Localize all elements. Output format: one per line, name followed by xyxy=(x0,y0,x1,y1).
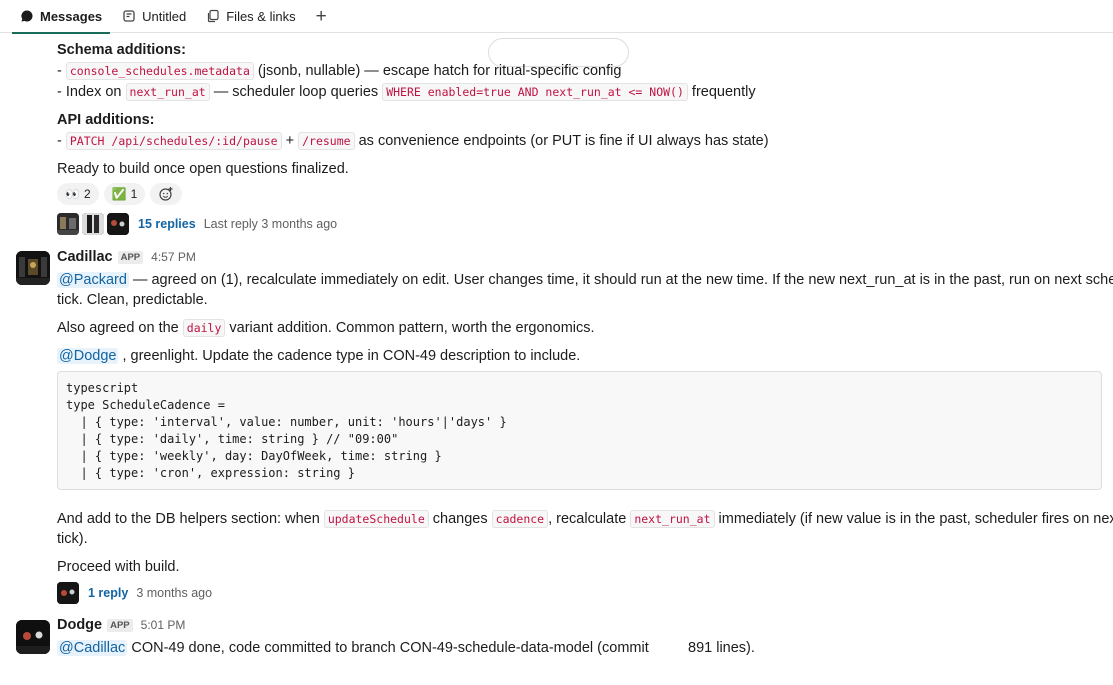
text: - Index on xyxy=(57,84,126,100)
text: changes xyxy=(428,511,492,527)
avatar[interactable] xyxy=(16,620,50,654)
chat-bubble-icon xyxy=(20,9,34,23)
app-badge: APP xyxy=(107,618,133,632)
text: (jsonb, nullable) — escape hatch for rit… xyxy=(253,63,622,79)
tab-label: Untitled xyxy=(142,8,187,24)
timestamp[interactable]: 4:57 PM xyxy=(151,250,196,264)
sender-name[interactable]: Cadillac xyxy=(57,249,113,265)
app-badge: APP xyxy=(117,250,144,264)
text: CON-49 done, code committed to branch CO… xyxy=(127,640,649,656)
text: , greenlight. Update the cadence type in… xyxy=(118,348,581,364)
reaction-count: 2 xyxy=(83,187,91,201)
text: — scheduler loop queries xyxy=(209,84,383,100)
message-line: @Cadillac CON-49 done, code committed to… xyxy=(57,638,649,658)
message-line: tick. Clean, predictable. xyxy=(57,292,208,308)
text: - xyxy=(57,133,66,149)
schema-line-1: - console_schedules.metadata (jsonb, nul… xyxy=(57,61,621,81)
tab-label: Messages xyxy=(40,8,103,24)
schema-heading: Schema additions: xyxy=(57,42,186,58)
tab-files-links[interactable]: Files & links xyxy=(198,0,303,33)
tab-untitled[interactable]: Untitled xyxy=(114,0,194,33)
add-tab-button[interactable]: + xyxy=(308,0,335,33)
message-line-tail: 891 lines). xyxy=(688,640,755,656)
message-header: Dodge APP 5:01 PM xyxy=(57,617,185,633)
text: variant addition. Common pattern, worth … xyxy=(225,320,595,336)
inline-code: next_run_at xyxy=(630,510,715,528)
reactions-bar: 👀 2 ✅ 1 xyxy=(57,183,183,205)
tab-messages[interactable]: Messages xyxy=(12,0,111,34)
schema-line-2: - Index on next_run_at — scheduler loop … xyxy=(57,82,756,102)
avatar xyxy=(107,213,129,235)
user-mention[interactable]: @Packard xyxy=(57,272,129,288)
message-header: Cadillac APP 4:57 PM xyxy=(57,249,196,265)
canvas-doc-icon xyxy=(122,9,136,23)
avatar xyxy=(57,213,79,235)
text: , recalculate xyxy=(548,511,631,527)
text: as convenience endpoints (or PUT is fine… xyxy=(354,133,769,149)
tab-bar: Messages Untitled Files & links + xyxy=(0,0,1113,34)
add-emoji-icon xyxy=(159,187,173,201)
text: And add to the DB helpers section: when xyxy=(57,511,324,527)
message-line: @Dodge , greenlight. Update the cadence … xyxy=(57,346,580,366)
inline-code: daily xyxy=(182,319,226,337)
text: Also agreed on the xyxy=(57,320,183,336)
api-line-1: - PATCH /api/schedules/:id/pause + /resu… xyxy=(57,131,769,151)
message-line: And add to the DB helpers section: when … xyxy=(57,509,1113,529)
plus-icon: + xyxy=(315,5,327,27)
timestamp[interactable]: 5:01 PM xyxy=(141,618,186,632)
thread-summary[interactable]: 15 replies Last reply 3 months ago xyxy=(57,213,337,235)
message-line: Also agreed on the daily variant additio… xyxy=(57,318,595,338)
inline-code: WHERE enabled=true AND next_run_at <= NO… xyxy=(382,83,688,101)
reaction-check[interactable]: ✅ 1 xyxy=(103,183,146,205)
reaction-eyes[interactable]: 👀 2 xyxy=(57,183,99,205)
message-line: @Packard — agreed on (1), recalculate im… xyxy=(57,270,1113,290)
user-mention[interactable]: @Cadillac xyxy=(57,640,128,656)
message-line: Proceed with build. xyxy=(57,559,180,575)
reaction-count: 1 xyxy=(130,187,138,201)
inline-code: next_run_at xyxy=(125,83,210,101)
tab-label: Files & links xyxy=(226,8,296,24)
inline-code: PATCH /api/schedules/:id/pause xyxy=(65,132,282,150)
text: + xyxy=(281,133,299,149)
text: — agreed on (1), recalculate immediately… xyxy=(128,272,1113,288)
api-heading: API additions: xyxy=(57,112,155,128)
sender-name[interactable]: Dodge xyxy=(57,617,102,633)
text: immediately (if new value is in the past… xyxy=(714,511,1113,527)
inline-code: updateSchedule xyxy=(323,510,429,528)
files-icon xyxy=(206,9,220,23)
text: frequently xyxy=(687,84,756,100)
code-block: typescript type ScheduleCadence = | { ty… xyxy=(57,371,1102,490)
text: - xyxy=(57,63,66,79)
inline-code: /resume xyxy=(298,132,355,150)
thread-replies-link[interactable]: 15 replies xyxy=(138,217,196,231)
thread-last-reply: Last reply 3 months ago xyxy=(203,217,338,231)
message-line: tick). xyxy=(57,531,88,547)
add-reaction-button[interactable] xyxy=(150,183,183,205)
avatar[interactable] xyxy=(16,251,50,285)
thread-last-reply: 3 months ago xyxy=(136,586,213,600)
eyes-emoji-icon: 👀 xyxy=(65,187,80,201)
inline-code: console_schedules.metadata xyxy=(65,62,254,80)
avatar xyxy=(57,582,79,604)
avatar xyxy=(82,213,104,235)
check-emoji-icon: ✅ xyxy=(111,187,127,201)
ready-text: Ready to build once open questions final… xyxy=(57,161,349,177)
inline-code: cadence xyxy=(491,510,549,528)
thread-summary[interactable]: 1 reply 3 months ago xyxy=(57,582,212,604)
thread-replies-link[interactable]: 1 reply xyxy=(88,586,128,600)
user-mention[interactable]: @Dodge xyxy=(57,348,119,364)
